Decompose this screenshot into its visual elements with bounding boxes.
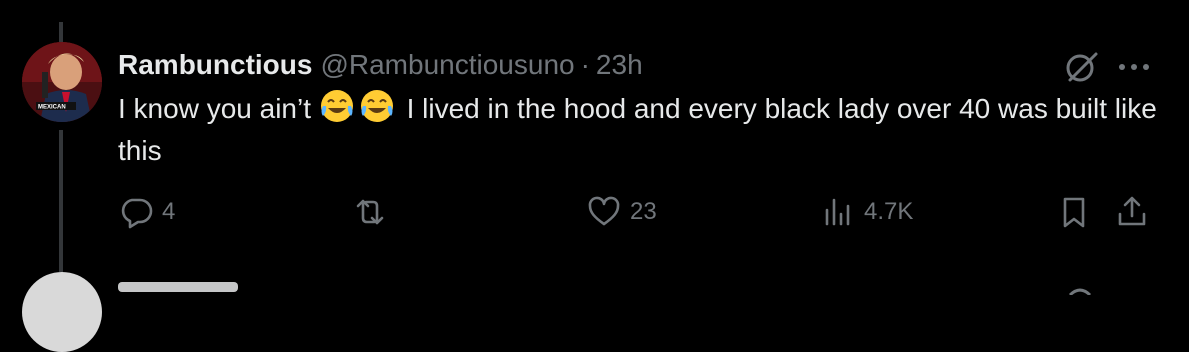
tweet-header: Rambunctious @Rambunctiousuno · 23h [118,46,643,84]
avatar[interactable]: MEXICAN [22,42,102,122]
retweet-button[interactable] [352,194,396,230]
tweet-text: I know you ain’t I lived in the hood and… [118,88,1158,172]
like-icon [588,196,620,226]
thread-line-top [59,22,63,42]
reply-button[interactable]: 4 [118,194,175,230]
tweet-text-before: I know you ain’t [118,93,311,124]
like-count: 23 [630,198,657,225]
bookmark-button[interactable] [1056,194,1092,230]
thread-line [59,130,63,272]
grok-icon[interactable] [1062,48,1100,86]
timestamp[interactable]: 23h [596,49,643,81]
laughing-emoji-icon [320,90,353,122]
reply-count: 4 [162,198,176,225]
views-button[interactable]: 4.7K [820,194,913,230]
user-handle[interactable]: @Rambunctiousuno [320,49,574,81]
more-icon[interactable] [1114,52,1154,82]
avatar-text: MEXICAN [38,105,66,111]
next-grok-icon[interactable] [1062,282,1100,297]
like-button[interactable]: 23 [586,194,657,230]
share-button[interactable] [1114,194,1150,230]
views-count: 4.7K [864,198,914,225]
next-reply-avatar[interactable] [22,272,102,352]
views-icon [825,198,850,226]
share-icon [1118,196,1146,226]
reply-icon [121,198,153,229]
separator: · [580,49,590,80]
next-reply-name-partial [118,282,238,292]
display-name[interactable]: Rambunctious [118,49,312,81]
retweet-icon [356,199,384,225]
laughing-emoji-icon [360,90,393,122]
bookmark-icon [1063,197,1085,228]
